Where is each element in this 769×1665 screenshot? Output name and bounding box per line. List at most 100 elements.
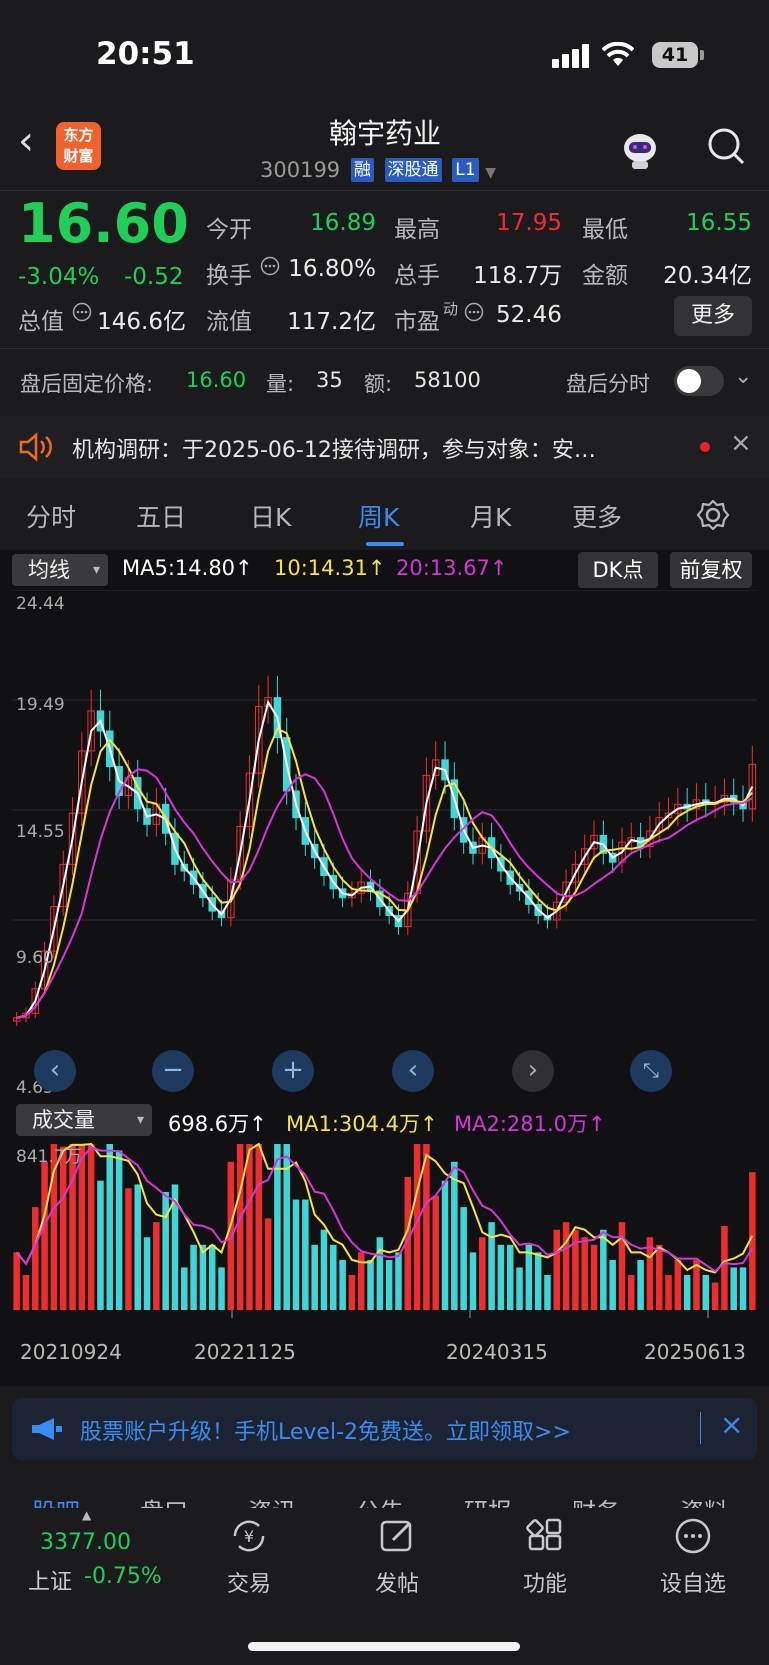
- ma20-line: [16, 768, 753, 1019]
- fullscreen-icon[interactable]: ⤡: [630, 1050, 672, 1092]
- research-notice[interactable]: 机构调研：于2025-06-12接待调研，参与对象：安… ×: [0, 416, 769, 478]
- volume-bar: [534, 1252, 542, 1310]
- market-cap-value: 146.6亿: [97, 309, 186, 335]
- volume-bar: [730, 1267, 737, 1310]
- ma10-line: [16, 727, 754, 1019]
- volume-bar: [87, 1144, 95, 1310]
- stock-code-row[interactable]: 300199 融 深股通 L1 ▼: [260, 158, 496, 182]
- promo-banner[interactable]: 股票账户升级！手机Level-2免费送。立即领取>> ×: [12, 1398, 757, 1460]
- volume-bar: [69, 1144, 76, 1310]
- info-dots-icon[interactable]: [72, 302, 92, 322]
- search-icon[interactable]: [706, 126, 746, 166]
- margin-tag: 融: [350, 158, 374, 182]
- next-button[interactable]: ›: [512, 1050, 554, 1092]
- index-value[interactable]: 3377.00: [40, 1530, 131, 1555]
- tab-five-day[interactable]: 五日: [136, 498, 186, 534]
- cellular-signal-icon: [552, 44, 592, 68]
- tab-monthly-k[interactable]: 月K: [470, 498, 511, 534]
- volume-bar: [339, 1259, 346, 1310]
- after-hours-amt-label: 额:: [364, 372, 393, 396]
- volume-bar: [683, 1274, 691, 1310]
- info-dots-icon[interactable]: [464, 302, 484, 322]
- add-watchlist-button[interactable]: 设自选: [648, 1516, 738, 1598]
- chevron-down-icon[interactable]: ⌄: [734, 364, 752, 389]
- price-axis-label: 19.49: [16, 695, 65, 715]
- back-button[interactable]: ‹: [18, 118, 34, 164]
- current-price: 16.60: [18, 192, 189, 255]
- close-icon[interactable]: ×: [730, 428, 752, 458]
- ma20-readout: 20:13.67↑: [396, 556, 508, 580]
- grid-icon: [526, 1518, 562, 1551]
- volume-bar: [115, 1150, 123, 1310]
- date-axis-label: 20221125: [194, 1340, 296, 1364]
- volume-bar: [143, 1237, 151, 1310]
- volume-bar: [59, 1146, 67, 1310]
- post-button[interactable]: 发帖: [352, 1516, 442, 1598]
- level-tag: L1: [452, 158, 479, 182]
- robot-assistant-icon[interactable]: [618, 128, 662, 172]
- open-label: 今开: [206, 217, 252, 243]
- speaker-icon: [19, 432, 52, 462]
- tab-more[interactable]: 更多: [572, 498, 622, 534]
- volume-bar: [665, 1274, 672, 1310]
- ma10-readout: 10:14.31↑: [274, 556, 386, 580]
- volume-bar: [609, 1259, 616, 1310]
- volume-bar: [32, 1207, 39, 1310]
- research-text: 机构调研：于2025-06-12接待调研，参与对象：安…: [72, 438, 596, 463]
- volume-bar: [544, 1274, 551, 1310]
- date-axis-label: 20240315: [446, 1340, 548, 1364]
- volume-bar: [479, 1237, 486, 1310]
- after-hours-label: 盘后固定价格:: [20, 372, 154, 396]
- volume-bar: [227, 1161, 235, 1310]
- trade-button[interactable]: ¥ 交易: [204, 1516, 294, 1598]
- volume-bar: [460, 1207, 467, 1310]
- volume-axis-max: 841.7万: [16, 1147, 82, 1167]
- tab-weekly-k[interactable]: 周K: [358, 498, 399, 534]
- info-dots-icon[interactable]: [260, 256, 280, 276]
- volume-value: 118.7万: [473, 263, 562, 289]
- volume-indicator-select[interactable]: 成交量: [16, 1104, 152, 1136]
- prev-button[interactable]: ‹: [392, 1050, 434, 1092]
- volume-bar: [693, 1259, 700, 1310]
- tab-daily-k[interactable]: 日K: [250, 498, 291, 534]
- more-dots-icon: [675, 1518, 711, 1554]
- volume-bar: [162, 1191, 169, 1310]
- after-hours-row: 盘后固定价格: 16.60 量: 35 额: 58100 盘后分时: [0, 350, 769, 410]
- volume-bar: [106, 1144, 114, 1310]
- megaphone-icon: [32, 1418, 62, 1440]
- volume-bar: [208, 1244, 216, 1310]
- zoom-in-button[interactable]: +: [272, 1050, 314, 1092]
- volume-chart[interactable]: [0, 1140, 769, 1338]
- svg-text:¥: ¥: [244, 1527, 254, 1546]
- stock-code: 300199: [260, 158, 341, 182]
- volume-bar: [302, 1199, 309, 1310]
- stock-name[interactable]: 翰宇药业: [250, 112, 520, 152]
- close-icon[interactable]: ×: [720, 1408, 743, 1441]
- volume-bar: [320, 1229, 328, 1310]
- price-axis-label: 9.60: [16, 948, 54, 968]
- low-value: 16.55: [686, 210, 752, 236]
- ma5-readout: MA5:14.80↑: [122, 556, 253, 580]
- scroll-left-icon[interactable]: ‹: [34, 1050, 76, 1092]
- active-tab-indicator: [366, 542, 404, 546]
- after-hours-qty: 35: [316, 368, 343, 392]
- edit-icon: [380, 1520, 412, 1552]
- tab-timeshare[interactable]: 分时: [26, 498, 76, 534]
- volume-bar: [702, 1274, 710, 1310]
- volume-bar: [311, 1244, 318, 1310]
- indicator-select[interactable]: 均线: [12, 554, 108, 586]
- low-label: 最低: [582, 217, 628, 243]
- volume-bar: [199, 1244, 207, 1310]
- volume-bar: [153, 1222, 160, 1310]
- candlestick-chart[interactable]: [0, 590, 769, 1100]
- float-cap-label: 流值: [206, 309, 252, 335]
- zoom-out-button[interactable]: −: [152, 1050, 194, 1092]
- functions-button[interactable]: 功能: [500, 1516, 590, 1598]
- price-adjust-button[interactable]: 前复权: [670, 552, 752, 588]
- gear-icon[interactable]: [696, 498, 730, 532]
- volume-bar: [78, 1144, 86, 1310]
- more-stats-button[interactable]: 更多: [674, 296, 752, 336]
- volume-bar: [618, 1222, 626, 1310]
- after-hours-toggle[interactable]: [674, 366, 724, 396]
- dk-point-button[interactable]: DK点: [578, 552, 658, 588]
